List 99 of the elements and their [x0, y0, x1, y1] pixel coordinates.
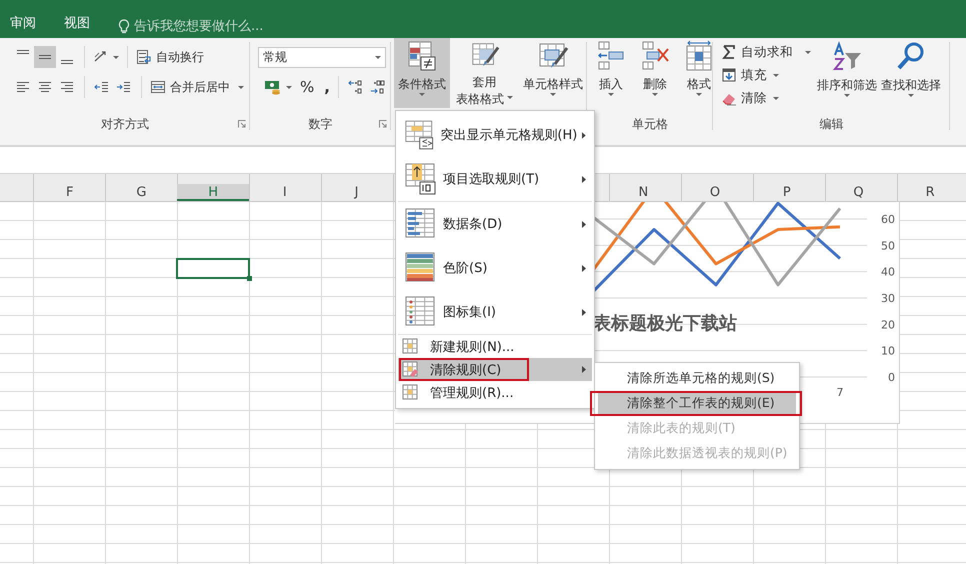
- menu-item[interactable]: 图标集(I): [398, 290, 592, 334]
- fill-handle[interactable]: [247, 276, 252, 281]
- submenu-arrow-icon: [582, 176, 586, 182]
- caret-icon[interactable]: [773, 96, 779, 100]
- cells-button[interactable]: 插入: [591, 38, 631, 108]
- group-label: 数字: [308, 116, 332, 132]
- axis-label: 50: [881, 239, 895, 252]
- column-header[interactable]: O: [679, 184, 751, 201]
- submenu-arrow-icon: [582, 220, 586, 228]
- chart-title: 表标题极光下载站: [593, 313, 737, 334]
- editing-button[interactable]: 填充: [719, 64, 815, 86]
- menu-item[interactable]: 突出显示单元格规则(H): [398, 113, 592, 157]
- caret-icon[interactable]: [238, 86, 244, 88]
- banknote-icon: [264, 79, 282, 95]
- align-right-icon[interactable]: [59, 79, 75, 95]
- caret-icon[interactable]: [608, 93, 614, 96]
- axis-label: 20: [881, 318, 895, 332]
- table-icon: [402, 338, 419, 355]
- merge-cells-icon: [150, 79, 166, 95]
- axis-label: 10: [881, 344, 895, 358]
- search-field[interactable]: 告诉我您想要做什么...: [134, 19, 304, 34]
- submenu-arrow-icon: [582, 308, 586, 316]
- column-header[interactable]: P: [750, 184, 823, 201]
- cells-button[interactable]: 删除: [635, 38, 675, 108]
- menu-item[interactable]: 新建规则(N)...: [398, 335, 592, 358]
- conditional-format-icon: [406, 40, 438, 72]
- decrease-indent-icon[interactable]: [94, 79, 110, 95]
- editing-button[interactable]: 排序和筛选: [815, 41, 879, 111]
- caret-icon[interactable]: [507, 96, 513, 99]
- column-header[interactable]: R: [894, 184, 966, 201]
- ribbon-tab[interactable]: 审阅: [10, 14, 36, 34]
- axis-label: 7: [836, 386, 844, 399]
- column-header[interactable]: N: [607, 184, 680, 201]
- column-header[interactable]: I: [248, 184, 321, 201]
- comma-button[interactable]: ,: [322, 76, 332, 98]
- number-format-dropdown[interactable]: 常规: [258, 46, 386, 68]
- format-as-table-button[interactable]: 套用 表格格式: [452, 38, 517, 108]
- editing-button[interactable]: 自动求和: [719, 41, 815, 63]
- caret-icon[interactable]: [908, 94, 914, 97]
- wrap-text-icon: [136, 49, 152, 65]
- increase-indent-icon[interactable]: [116, 79, 132, 95]
- align-bottom-icon: [61, 60, 73, 64]
- caret-icon[interactable]: [773, 74, 779, 76]
- column-header[interactable]: J: [320, 184, 392, 201]
- column-header[interactable]: G: [106, 184, 178, 201]
- column-header[interactable]: Q: [822, 184, 894, 201]
- percent-button[interactable]: %: [298, 76, 316, 98]
- column-header[interactable]: H: [177, 184, 249, 201]
- menu-item[interactable]: 管理规则(R)...: [398, 381, 592, 404]
- caret-icon[interactable]: [696, 93, 702, 96]
- axis-label: 0: [888, 371, 895, 384]
- dialog-launcher-icon[interactable]: [238, 120, 246, 128]
- menu-item[interactable]: 数据条(D): [398, 202, 592, 246]
- submenu-arrow-icon: [582, 264, 586, 272]
- cells-button[interactable]: 格式: [679, 38, 719, 108]
- top-bottom-rules-icon: [404, 162, 438, 196]
- axis-label: 60: [881, 213, 895, 226]
- align-middle-icon: [39, 55, 51, 59]
- lightbulb-icon: [118, 19, 130, 34]
- wrap-text-button[interactable]: 自动换行: [134, 46, 206, 68]
- caret-icon[interactable]: [286, 86, 292, 88]
- menu-item[interactable]: 清除所选单元格的规则(S): [598, 366, 796, 391]
- axis-label: 30: [881, 292, 895, 305]
- dialog-launcher-icon[interactable]: [379, 120, 387, 128]
- selected-cell[interactable]: [176, 258, 250, 279]
- menu-item[interactable]: 色阶(S): [398, 246, 592, 290]
- column-header[interactable]: F: [34, 184, 106, 201]
- table-icon: [402, 384, 419, 401]
- group-label: 编辑: [820, 116, 844, 132]
- group-label: 对齐方式: [101, 116, 149, 132]
- caret-icon[interactable]: [805, 50, 811, 54]
- ribbon-tab[interactable]: 视图: [64, 14, 90, 34]
- caret-icon[interactable]: [113, 56, 119, 58]
- caret-icon[interactable]: [550, 93, 556, 96]
- sort-filter-icon: [831, 41, 863, 73]
- conditional-formatting-button[interactable]: 条件格式: [394, 38, 450, 108]
- submenu-arrow-icon: [582, 366, 586, 373]
- caret-icon[interactable]: [419, 93, 425, 96]
- editing-button[interactable]: 清除: [719, 87, 815, 109]
- caret-icon[interactable]: [844, 94, 850, 97]
- align-left-icon[interactable]: [15, 79, 31, 95]
- align-top-icon: [17, 50, 29, 54]
- group-label: 单元格: [632, 116, 668, 132]
- eraser-table-icon: [402, 361, 419, 378]
- align-middle-button[interactable]: [34, 46, 56, 68]
- fill-down-icon: [721, 67, 737, 83]
- editing-button[interactable]: 查找和选择: [879, 41, 943, 111]
- sigma-icon: [721, 44, 737, 60]
- highlight-rules-icon: [404, 118, 436, 152]
- submenu-arrow-icon: [582, 132, 586, 138]
- decrease-decimal-icon[interactable]: [370, 79, 386, 95]
- cell-styles-button[interactable]: 单元格样式: [519, 38, 587, 108]
- align-center-icon[interactable]: [37, 79, 53, 95]
- caret-icon[interactable]: [652, 93, 658, 96]
- caret-icon[interactable]: [375, 56, 381, 58]
- merge-center-button[interactable]: 合并后居中: [148, 76, 246, 98]
- axis-label: 40: [881, 266, 895, 279]
- menu-item[interactable]: 项目选取规则(T): [398, 157, 592, 201]
- increase-decimal-icon[interactable]: [348, 79, 364, 95]
